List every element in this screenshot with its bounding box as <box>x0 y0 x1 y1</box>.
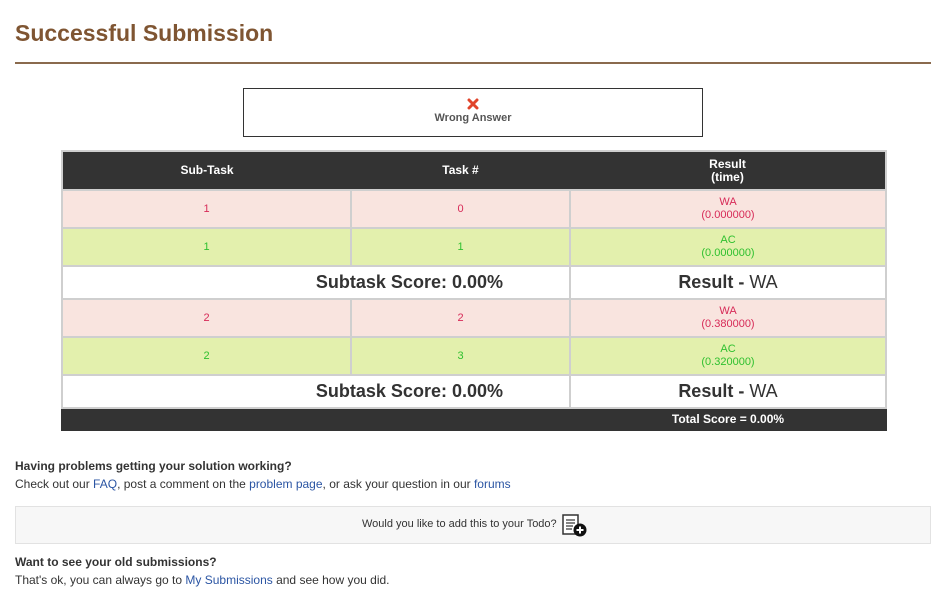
help-middle-1: , post a comment on the <box>117 477 250 491</box>
result-time: (0.320000) <box>701 356 755 368</box>
subtask-cell: 1 <box>61 189 352 229</box>
old-submissions-heading: Want to see your old submissions? <box>15 555 217 569</box>
subtask-cell: 1 <box>61 227 352 267</box>
forums-link[interactable]: forums <box>474 477 511 491</box>
subtask-cell: 2 <box>61 336 352 376</box>
old-submissions-text: That's ok, you can always go to My Submi… <box>15 573 390 587</box>
subtask-cell: 2 <box>61 298 352 338</box>
result-cell: WA (0.380000) <box>569 298 887 338</box>
verdict-box: Wrong Answer <box>243 88 703 137</box>
table-header-row: Sub-Task Task # Result (time) <box>62 151 886 190</box>
task-cell: 3 <box>350 336 571 376</box>
total-spacer <box>61 407 571 431</box>
verdict-label: Wrong Answer <box>434 112 512 124</box>
faq-link[interactable]: FAQ <box>93 477 117 491</box>
table-row: 1 0 WA (0.000000) <box>61 189 887 229</box>
result-time: (0.380000) <box>701 318 755 330</box>
result-status: AC <box>720 343 736 355</box>
old-suffix: and see how you did. <box>272 573 390 587</box>
task-cell: 2 <box>350 298 571 338</box>
subtask-result-label: Result - <box>678 272 745 292</box>
help-middle-2: , or ask your question in our <box>322 477 474 491</box>
problem-page-link[interactable]: problem page <box>249 477 322 491</box>
subtask-score-row: Subtask Score: 0.00% Result - WA <box>61 265 887 300</box>
title-divider <box>15 62 931 64</box>
subtask-score-row: Subtask Score: 0.00% Result - WA <box>61 374 887 409</box>
total-row: Total Score = 0.00% <box>61 407 887 431</box>
error-x-icon <box>467 98 479 110</box>
table-row: 1 1 AC (0.000000) <box>61 227 887 267</box>
result-cell: AC (0.000000) <box>569 227 887 267</box>
results-table: Sub-Task Task # Result (time) 1 0 WA (0.… <box>61 150 887 431</box>
header-task: Task # <box>351 151 570 190</box>
subtask-result: Result - WA <box>569 374 887 409</box>
subtask-score: Subtask Score: 0.00% <box>61 265 571 300</box>
result-status: WA <box>719 305 737 317</box>
table-row: 2 2 WA (0.380000) <box>61 298 887 338</box>
my-submissions-link[interactable]: My Submissions <box>185 573 272 587</box>
result-status: AC <box>720 234 736 246</box>
task-cell: 0 <box>350 189 571 229</box>
table-row: 2 3 AC (0.320000) <box>61 336 887 376</box>
page-title: Successful Submission <box>15 20 274 46</box>
old-prefix: That's ok, you can always go to <box>15 573 186 587</box>
subtask-result-value: WA <box>749 381 778 401</box>
subtask-score: Subtask Score: 0.00% <box>61 374 571 409</box>
help-heading: Having problems getting your solution wo… <box>15 459 292 473</box>
header-result-label: Result <box>709 156 746 171</box>
subtask-result-label: Result - <box>678 381 745 401</box>
todo-prompt: Would you like to add this to your Todo? <box>362 518 557 530</box>
header-result: Result (time) <box>570 151 886 190</box>
result-time: (0.000000) <box>701 209 755 221</box>
task-cell: 1 <box>350 227 571 267</box>
result-time: (0.000000) <box>701 247 755 259</box>
result-status: WA <box>719 196 737 208</box>
total-score: Total Score = 0.00% <box>569 407 887 431</box>
header-result-time: (time) <box>711 169 744 184</box>
header-subtask: Sub-Task <box>62 151 351 190</box>
help-text: Check out our FAQ, post a comment on the… <box>15 477 511 491</box>
subtask-result-value: WA <box>749 272 778 292</box>
add-todo-icon[interactable] <box>562 514 588 538</box>
result-cell: WA (0.000000) <box>569 189 887 229</box>
help-prefix: Check out our <box>15 477 94 491</box>
result-cell: AC (0.320000) <box>569 336 887 376</box>
subtask-result: Result - WA <box>569 265 887 300</box>
todo-box: Would you like to add this to your Todo? <box>15 506 931 544</box>
